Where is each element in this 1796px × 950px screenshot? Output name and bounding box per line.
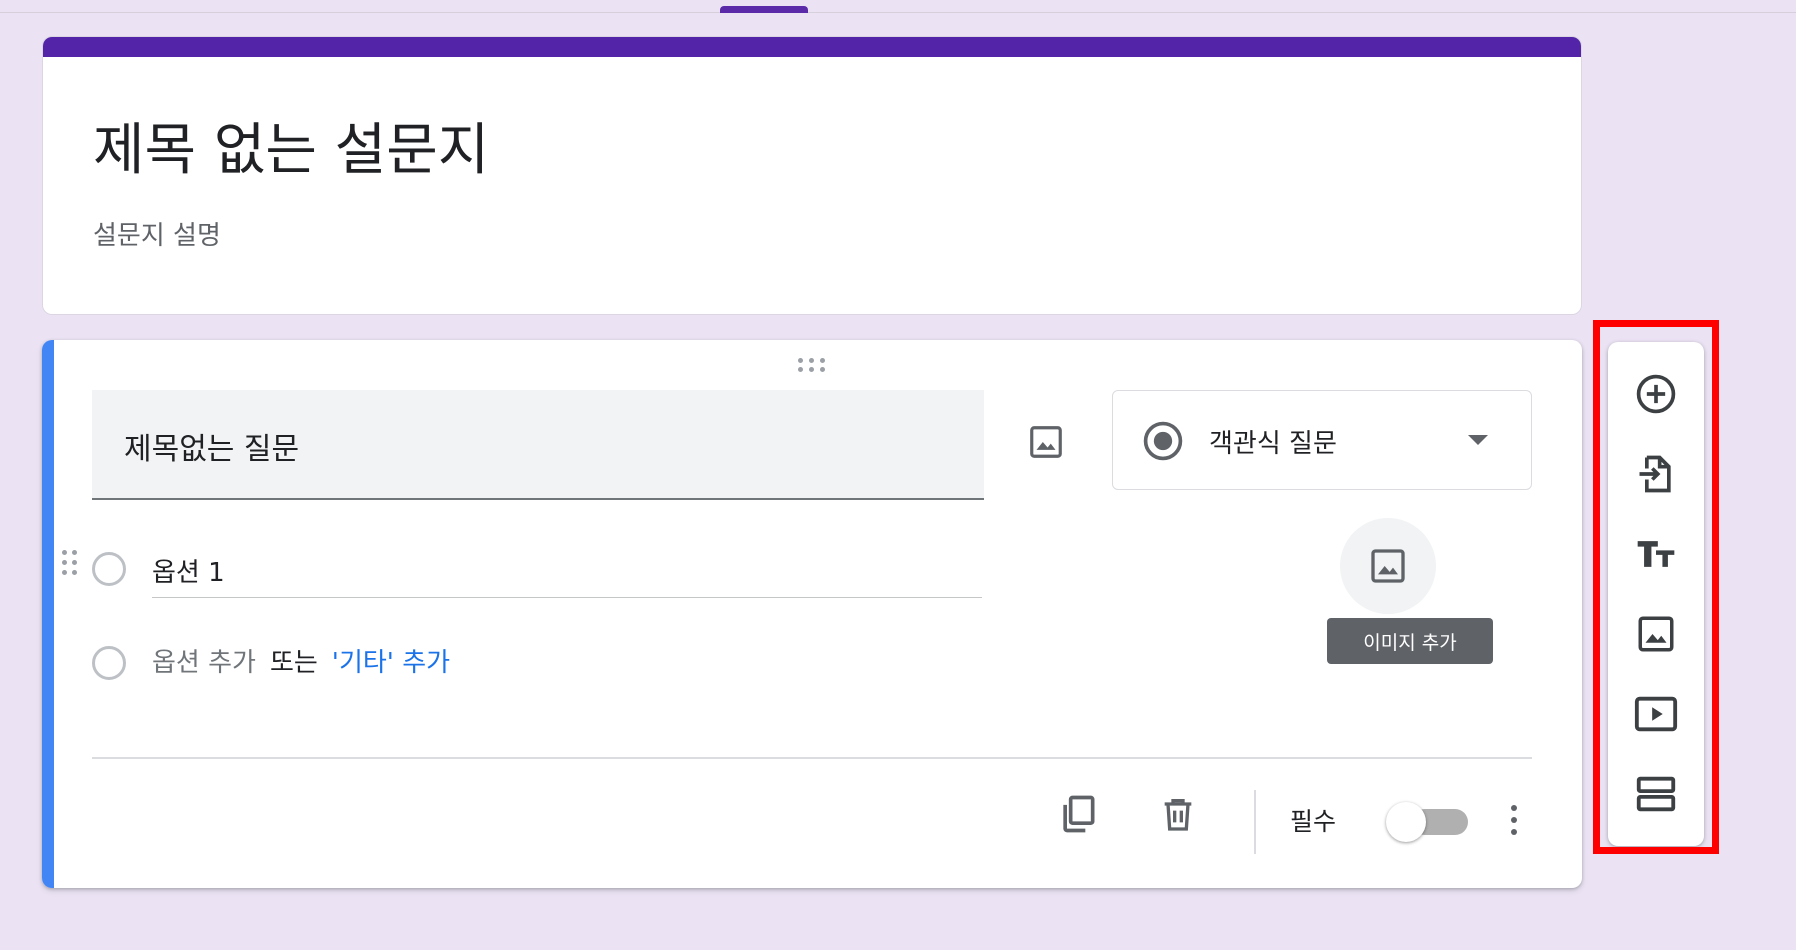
option-input[interactable]: 옵션 1 [152,540,982,598]
trash-icon [1164,799,1192,831]
form-title[interactable]: 제목 없는 설문지 [93,105,489,186]
question-title-text: 제목없는 질문 [124,432,300,467]
question-drag-handle[interactable] [798,356,830,374]
top-divider [0,12,1796,13]
add-option-radio [92,646,126,680]
more-options-button[interactable] [1500,796,1528,844]
header-accent-bar [43,37,1581,57]
option-add-image-button[interactable] [1340,518,1436,614]
option-drag-handle[interactable] [62,550,82,584]
question-type-label: 객관식 질문 [1209,429,1337,459]
chevron-down-icon [1468,435,1488,445]
add-option-row: 옵션 추가 또는 '기타' 추가 [152,642,450,679]
add-image-tooltip: 이미지 추가 [1327,618,1493,664]
duplicate-question-button[interactable] [1054,790,1102,838]
form-description[interactable]: 설문지 설명 [93,215,221,252]
radio-button-icon [1143,421,1183,461]
toolbar-highlight-annotation [1593,320,1719,854]
add-other-link[interactable]: '기타' 추가 [332,648,450,678]
option-radio [92,552,126,586]
delete-question-button[interactable] [1154,790,1202,838]
question-add-image-button[interactable] [1022,418,1070,466]
required-toggle-thumb[interactable] [1386,802,1426,842]
question-title-input[interactable]: 제목없는 질문 [92,390,984,500]
copy-icon [1063,795,1095,833]
image-icon [1371,549,1405,583]
more-vert-icon [1511,805,1517,811]
footer-vertical-divider [1254,790,1256,854]
option-label: 옵션 1 [152,558,225,588]
question-card[interactable]: 제목없는 질문 객관식 질문 옵션 1 이미지 추가 옵션 추가 또는 '기타' 추… [42,340,1582,888]
image-icon [1030,426,1062,458]
add-option-button[interactable]: 옵션 추가 [152,648,256,678]
or-text: 또는 [269,648,318,678]
question-type-dropdown[interactable]: 객관식 질문 [1112,390,1532,490]
form-header-card[interactable]: 제목 없는 설문지 설문지 설명 [42,36,1582,315]
required-label: 필수 [1290,807,1337,836]
active-question-accent [42,340,54,888]
active-tab-indicator [720,6,808,13]
question-footer-divider [92,757,1532,759]
